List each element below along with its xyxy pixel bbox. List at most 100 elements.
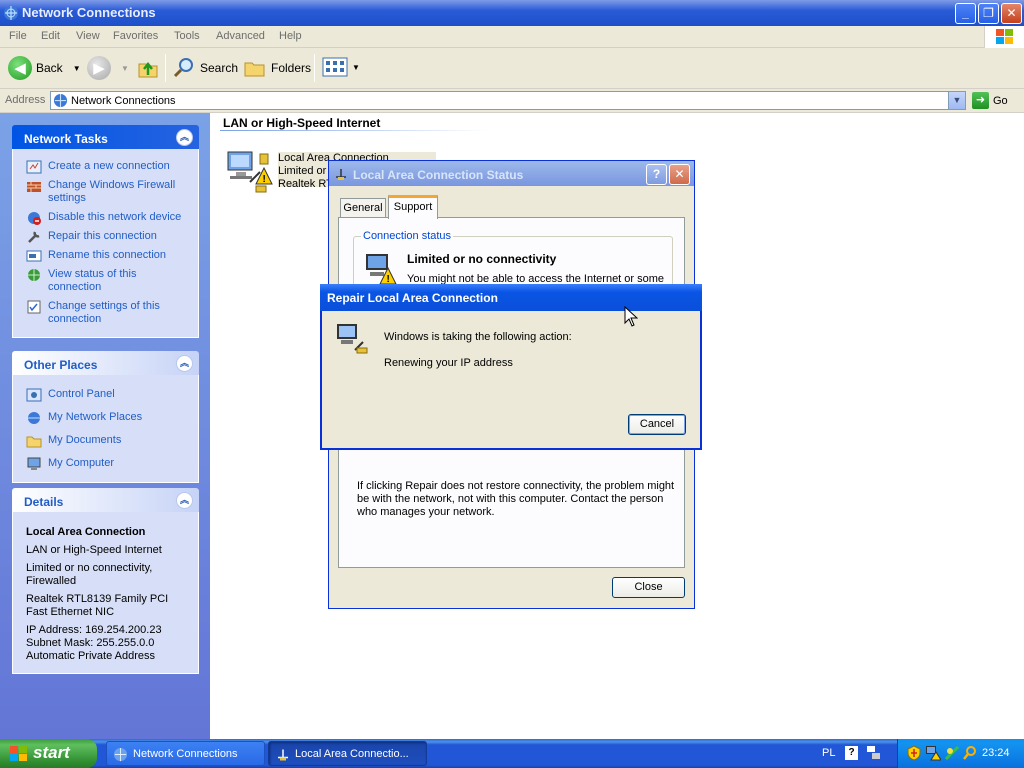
network-warning-tray-icon[interactable] (925, 745, 941, 761)
network-tasks-header[interactable]: Network Tasks ︽ (12, 125, 199, 149)
cancel-button[interactable]: Cancel (628, 414, 686, 435)
start-label: start (33, 743, 70, 762)
details-connection-name: Local Area Connection (26, 526, 146, 538)
up-folder-icon (138, 61, 158, 78)
forward-dropdown-icon[interactable]: ▼ (121, 64, 129, 73)
taskbar-network-connections[interactable]: Network Connections (106, 741, 265, 766)
collapse-chevron-icon[interactable]: ︽ (176, 129, 193, 146)
network-tasks-body: Create a new connection Change Windows F… (12, 149, 199, 338)
clock[interactable]: 23:24 (982, 747, 1010, 759)
back-button[interactable]: ◀ Back ▼ (8, 56, 81, 80)
group-divider (220, 130, 490, 131)
details-address-type: Automatic Private Address (26, 650, 156, 662)
maximize-button[interactable]: ❐ (978, 3, 999, 24)
taskbar-local-area-connection[interactable]: Local Area Connectio... (268, 741, 427, 766)
task-repair-connection[interactable]: Repair this connection (13, 227, 198, 246)
network-tray-icon[interactable] (866, 745, 882, 761)
help-tray-icon[interactable]: ? (845, 746, 858, 760)
repair-action-text: Windows is taking the following action: (384, 331, 572, 343)
menu-edit[interactable]: Edit (41, 30, 60, 42)
address-dropdown-icon[interactable]: ▼ (948, 92, 965, 109)
collapse-chevron-icon[interactable]: ︽ (176, 355, 193, 372)
go-label: Go (993, 94, 1008, 107)
tab-general[interactable]: General (340, 198, 386, 218)
menu-view[interactable]: View (76, 30, 100, 42)
documents-icon (26, 436, 42, 448)
computer-icon (27, 457, 41, 470)
lan-connection-icon: ! (227, 151, 273, 193)
search-tray-icon[interactable] (962, 745, 978, 761)
connection-icon-wrapper[interactable]: ! (226, 146, 276, 199)
status-icon (28, 269, 40, 281)
antivirus-tray-icon[interactable] (944, 745, 960, 761)
back-arrow-icon: ◀ (8, 56, 32, 80)
up-folder-button[interactable] (136, 56, 160, 80)
windows-flag-icon (10, 746, 27, 761)
task-change-settings[interactable]: Change settings of this connection (13, 297, 198, 329)
window-titlebar[interactable]: Network Connections _ ❐ ✕ (0, 0, 1024, 26)
mouse-cursor-icon (624, 306, 638, 327)
network-connections-icon (4, 6, 18, 20)
menu-advanced[interactable]: Advanced (216, 30, 265, 42)
views-dropdown-icon[interactable]: ▼ (352, 63, 360, 72)
details-ip: IP Address: 169.254.200.23 (26, 624, 162, 636)
details-status: Limited or no connectivity, Firewalled (26, 562, 153, 587)
network-connection-icon (278, 749, 288, 761)
task-create-connection[interactable]: Create a new connection (13, 157, 198, 176)
task-rename-connection[interactable]: Rename this connection (13, 246, 198, 265)
other-places-header[interactable]: Other Places ︽ (12, 351, 199, 375)
collapse-chevron-icon[interactable]: ︽ (176, 492, 193, 509)
task-view-status[interactable]: View status of this connection (13, 265, 198, 297)
task-pane: Network Tasks ︽ Create a new connection … (0, 113, 210, 739)
status-close-button[interactable]: Close (612, 577, 685, 598)
group-title: LAN or High-Speed Internet (223, 116, 381, 130)
address-value: Network Connections (71, 95, 176, 107)
other-places-body: Control Panel My Network Places My Docum… (12, 375, 199, 483)
folders-label: Folders (271, 61, 312, 75)
network-warning-icon: ! (366, 254, 397, 285)
task-disable-device[interactable]: Disable this network device (13, 208, 198, 227)
menu-favorites[interactable]: Favorites (113, 30, 158, 42)
views-icon (322, 57, 348, 77)
folders-button[interactable]: Folders (243, 56, 311, 80)
minimize-button[interactable]: _ (955, 3, 976, 24)
close-button[interactable]: ✕ (1001, 3, 1022, 24)
place-my-computer[interactable]: My Computer (13, 454, 198, 473)
menu-help[interactable]: Help (279, 30, 302, 42)
network-places-icon (28, 412, 40, 424)
address-input[interactable]: Network Connections ▼ (50, 91, 966, 110)
tab-support[interactable]: Support (388, 195, 438, 219)
details-type: LAN or High-Speed Internet (26, 544, 162, 556)
network-tasks-title: Network Tasks (24, 132, 108, 146)
menu-tools[interactable]: Tools (174, 30, 200, 42)
place-control-panel[interactable]: Control Panel (13, 385, 198, 408)
search-button[interactable]: Search (172, 56, 238, 80)
address-label: Address (5, 94, 46, 106)
language-indicator[interactable]: PL (822, 747, 835, 759)
security-shield-icon[interactable] (906, 745, 922, 761)
task-change-firewall[interactable]: Change Windows Firewall settings (13, 176, 198, 208)
status-close-x-button[interactable]: ✕ (669, 164, 690, 185)
help-button[interactable]: ? (646, 164, 667, 185)
go-button[interactable]: ➜ Go (972, 92, 1008, 109)
views-button[interactable]: ▼ (322, 56, 360, 78)
svg-text:!: ! (263, 174, 266, 185)
menu-file[interactable]: File (9, 30, 27, 42)
status-heading: Limited or no connectivity (407, 252, 557, 266)
folders-icon (244, 62, 265, 77)
forward-arrow-icon: ▶ (87, 56, 111, 80)
place-network-places[interactable]: My Network Places (13, 408, 198, 431)
forward-button[interactable]: ▶ ▼ (87, 56, 129, 80)
firewall-icon (27, 182, 41, 192)
repair-dialog-titlebar[interactable]: Repair Local Area Connection (320, 284, 702, 311)
back-dropdown-icon[interactable]: ▼ (73, 64, 81, 73)
toolbar: ◀ Back ▼ ▶ ▼ Search Folders ▼ (0, 48, 1024, 89)
connection-status-label: Connection status (361, 230, 454, 242)
start-button[interactable]: start (0, 739, 97, 768)
window-title: Network Connections (22, 5, 156, 20)
toolbar-separator (314, 54, 315, 82)
details-header[interactable]: Details ︽ (12, 488, 199, 512)
network-connection-icon (336, 169, 346, 180)
status-dialog-titlebar[interactable]: Local Area Connection Status ? ✕ (329, 161, 694, 186)
place-my-documents[interactable]: My Documents (13, 431, 198, 454)
